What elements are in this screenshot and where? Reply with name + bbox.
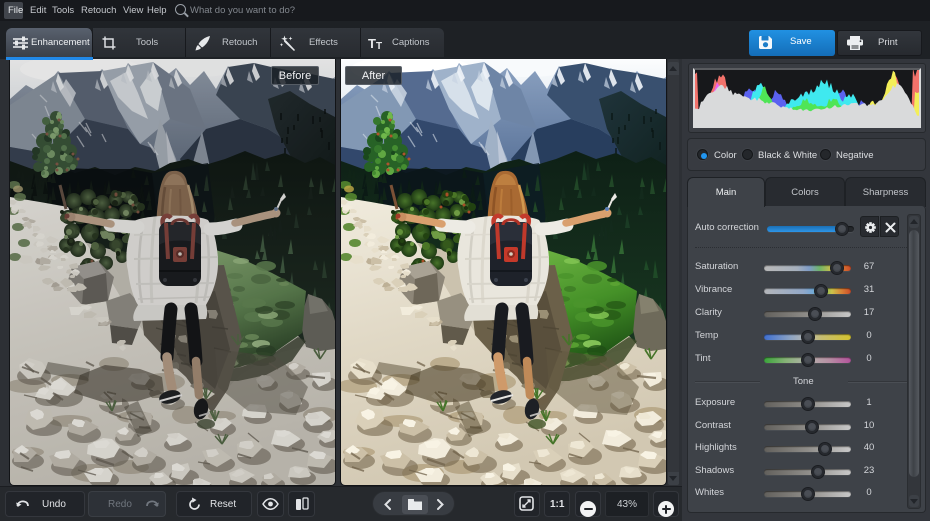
- svg-text:T: T: [376, 41, 382, 50]
- svg-text:T: T: [368, 37, 376, 50]
